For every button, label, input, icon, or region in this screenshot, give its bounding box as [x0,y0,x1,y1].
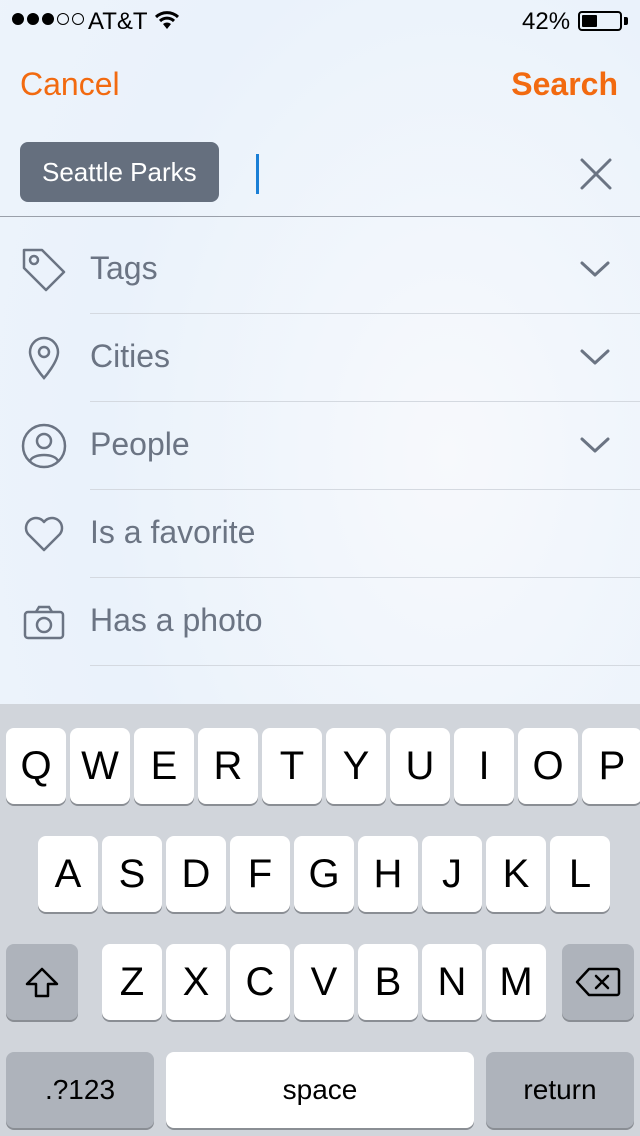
keyboard: Q W E R T Y U I O P A S D F G H J K L Z … [0,704,640,1136]
cancel-button[interactable]: Cancel [20,66,120,103]
shift-icon [25,967,59,998]
space-key[interactable]: space [166,1052,474,1128]
filter-label: Tags [90,250,158,286]
key-t[interactable]: T [262,728,322,804]
key-g[interactable]: G [294,836,354,912]
key-e[interactable]: E [134,728,194,804]
wifi-icon [154,9,180,36]
clear-search-button[interactable] [574,154,618,194]
filter-item-tags[interactable]: Tags [0,226,640,314]
key-w[interactable]: W [70,728,130,804]
chevron-down-icon [578,346,612,368]
battery-percent: 42% [522,8,571,35]
key-c[interactable]: C [230,944,290,1020]
key-z[interactable]: Z [102,944,162,1020]
numbers-key[interactable]: .?123 [6,1052,154,1128]
key-y[interactable]: Y [326,728,386,804]
chevron-down-icon [578,434,612,456]
key-i[interactable]: I [454,728,514,804]
heart-icon [20,510,68,558]
return-key[interactable]: return [486,1052,634,1128]
backspace-key[interactable] [562,944,634,1020]
shift-key[interactable] [6,944,78,1020]
carrier-name: AT&T [88,8,148,35]
key-q[interactable]: Q [6,728,66,804]
filter-item-people[interactable]: People [0,402,640,490]
filter-item-cities[interactable]: Cities [0,314,640,402]
key-v[interactable]: V [294,944,354,1020]
tag-icon [20,246,68,294]
key-m[interactable]: M [486,944,546,1020]
text-caret [256,154,259,194]
filter-item-favorite[interactable]: Is a favorite [0,490,640,578]
key-s[interactable]: S [102,836,162,912]
key-h[interactable]: H [358,836,418,912]
chevron-down-icon [578,258,612,280]
search-button[interactable]: Search [511,66,618,103]
divider [90,665,640,666]
close-icon [580,158,612,190]
person-icon [20,422,68,470]
search-field[interactable]: Seattle Parks [0,140,640,217]
filter-label: Cities [90,338,171,374]
key-k[interactable]: K [486,836,546,912]
battery-tip [624,17,628,25]
filter-label: Is a favorite [90,514,256,550]
camera-icon [20,598,68,646]
key-u[interactable]: U [390,728,450,804]
filter-item-photo[interactable]: Has a photo [0,578,640,666]
status-bar: AT&T 42% [0,0,640,40]
filter-label: Has a photo [90,602,263,638]
key-p[interactable]: P [582,728,640,804]
search-token[interactable]: Seattle Parks [20,142,219,202]
key-n[interactable]: N [422,944,482,1020]
key-r[interactable]: R [198,728,258,804]
key-b[interactable]: B [358,944,418,1020]
key-d[interactable]: D [166,836,226,912]
key-j[interactable]: J [422,836,482,912]
location-pin-icon [20,334,68,382]
battery-icon [578,11,622,31]
key-a[interactable]: A [38,836,98,912]
signal-strength-icon [12,13,84,25]
key-f[interactable]: F [230,836,290,912]
key-x[interactable]: X [166,944,226,1020]
key-l[interactable]: L [550,836,610,912]
backspace-icon [575,967,621,997]
filter-label: People [90,426,190,462]
key-o[interactable]: O [518,728,578,804]
